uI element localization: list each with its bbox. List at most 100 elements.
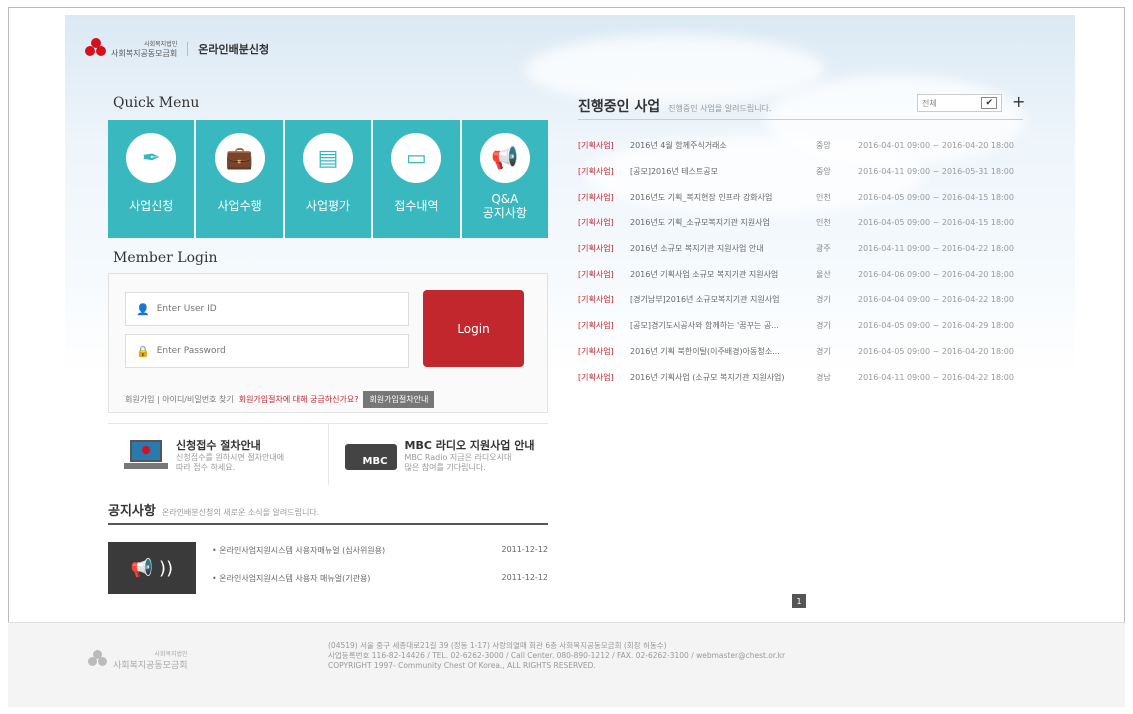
business-region: 중앙 xyxy=(816,167,831,177)
business-row[interactable]: [기획사업] [공모]경기도시공사와 함께하는 '꿈꾸는 공... 경기 2016-0… xyxy=(578,313,1023,339)
notice-subtitle: 온라인배분신청의 새로운 소식을 알려드립니다. xyxy=(161,508,320,517)
notice-list: • 온라인사업지원시스템 사용자매뉴얼 (심사위원용) 2011-12-12 •… xyxy=(212,545,548,601)
business-tag: [기획사업] xyxy=(578,295,614,305)
business-region: 인천 xyxy=(816,218,831,228)
signup-guide-button[interactable]: 회원가입절차안내 xyxy=(363,391,435,408)
logo-org-name: 사회복지공동모금회 xyxy=(111,49,178,58)
footer-contact: 사업등록번호 116-82-14426 / TEL. 02-6262-3000 … xyxy=(328,651,786,660)
business-row[interactable]: [기획사업] 2016년 기획사업 소규모 복지기관 지원사업 울산 2016-04-… xyxy=(578,261,1023,287)
business-list: [기획사업] 2016년 4월 함께주식거래소 중앙 2016-04-01 09:00… xyxy=(578,133,1023,390)
business-name[interactable]: [공모]경기도시공사와 함께하는 '꿈꾸는 공... xyxy=(630,320,816,331)
business-subtitle: 진행중인 사업을 알려드립니다. xyxy=(668,104,772,113)
notice-header: 공지사항 온라인배분신청의 새로운 소식을 알려드립니다. xyxy=(108,500,548,525)
notice-title: 공지사항 xyxy=(108,504,156,519)
quick-menu-qna-notice[interactable]: 📢 Q&A 공지사항 xyxy=(461,120,549,238)
login-links: 회원가입 | 아이디/비밀번호 찾기 회원가입절차에 대해 궁금하신가요? 회원… xyxy=(125,391,435,408)
password-input[interactable] xyxy=(156,346,387,356)
business-tag: [기획사업] xyxy=(578,192,614,202)
notice-item-date: 2011-12-12 xyxy=(501,545,549,554)
megaphone-icon: 📢 xyxy=(479,133,530,183)
business-row[interactable]: [기획사업] 2016년도 기획_복지현장 인프라 강화사업 인천 2016-04-0… xyxy=(578,184,1023,210)
user-icon: 👤 xyxy=(136,302,150,316)
notice-item[interactable]: • 온라인사업지원시스템 사용자 매뉴얼(기관용) 2011-12-12 xyxy=(212,573,548,601)
quick-menu-apply[interactable]: ✒ 사업신청 xyxy=(108,120,195,238)
business-region: 경기 xyxy=(816,321,831,331)
business-region: 광주 xyxy=(816,244,831,254)
login-button[interactable]: Login xyxy=(423,290,524,367)
business-date: 2016-04-05 09:00 ~ 2016-04-15 18:00 xyxy=(858,218,1014,228)
signup-find-links[interactable]: 회원가입 | 아이디/비밀번호 찾기 xyxy=(125,394,234,405)
business-row[interactable]: [기획사업] [공모]2016년 테스트공모 중앙 2016-04-11 09:00 … xyxy=(578,159,1023,185)
info-banners: 신청접수 절차안내 신청접수를 원하시면 절차안내에 따라 접수 하세요. MB… xyxy=(108,423,548,485)
business-tag: [기획사업] xyxy=(578,372,614,382)
more-plus-button[interactable]: + xyxy=(1012,92,1025,111)
banner-title: MBC 라디오 지원사업 안내 xyxy=(404,438,535,452)
footer-copyright: COPYRIGHT 1997- Community Chest Of Korea… xyxy=(328,661,596,670)
business-date: 2016-04-11 09:00 ~ 2016-04-22 18:00 xyxy=(858,244,1014,254)
business-name[interactable]: 2016년 기획 북한이탈(이주배경)아동청소... xyxy=(630,346,816,357)
business-row[interactable]: [기획사업] 2016년도 기획_소규모복지기관 지원사업 인천 2016-04-05… xyxy=(578,210,1023,236)
notice-item-title[interactable]: • 온라인사업지원시스템 사용자 매뉴얼(기관용) xyxy=(212,573,370,601)
banner-mbc-radio[interactable]: MBC MBC 라디오 지원사업 안내 MBC Radio 지금은 라디오시대 … xyxy=(327,424,549,485)
banner-apply-guide[interactable]: 신청접수 절차안내 신청접수를 원하시면 절차안내에 따라 접수 하세요. xyxy=(108,424,328,485)
business-name[interactable]: 2016년도 기획_복지현장 인프라 강화사업 xyxy=(630,192,816,203)
chevron-down-icon: ✔ xyxy=(981,97,997,109)
quick-menu-label: 사업신청 xyxy=(129,199,174,213)
business-row[interactable]: [기획사업] 2016년 기획사업 (소규모 복지기관 지원사업) 경남 2016-0… xyxy=(578,364,1023,390)
footer-address: (04519) 서울 중구 세종대로21길 39 (정동 1-17) 사랑의열매… xyxy=(328,641,667,650)
quick-menu-evaluate[interactable]: ▤ 사업평가 xyxy=(284,120,372,238)
user-id-input[interactable] xyxy=(156,304,387,314)
quick-menu-perform[interactable]: 💼 사업수행 xyxy=(196,120,283,238)
business-date: 2016-04-06 09:00 ~ 2016-04-20 18:00 xyxy=(858,269,1014,279)
fruit-logo-icon xyxy=(88,650,108,670)
business-row[interactable]: [기획사업] [경기남부]2016년 소규모복지기관 지원사업 경기 2016-04-… xyxy=(578,287,1023,313)
notice-item-date: 2011-12-12 xyxy=(501,573,549,582)
banner-desc: 따라 접수 하세요. xyxy=(176,462,236,472)
footer-org-name: 사회복지공동모금회 xyxy=(113,661,188,671)
business-date: 2016-04-01 09:00 ~ 2016-04-20 18:00 xyxy=(858,141,1014,151)
business-tag: [기획사업] xyxy=(578,218,614,228)
business-name[interactable]: 2016년 4월 함께주식거래소 xyxy=(630,140,816,151)
business-row[interactable]: [기획사업] 2016년 4월 함께주식거래소 중앙 2016-04-01 09:00… xyxy=(578,133,1023,159)
quick-menu-title: Quick Menu xyxy=(113,95,200,111)
quick-menu: ✒ 사업신청 💼 사업수행 ▤ 사업평가 ▭ 접수내역 📢 Q&A 공지사항 xyxy=(108,120,549,238)
business-row[interactable]: [기획사업] 2016년 기획 북한이탈(이주배경)아동청소... 경기 2016-0… xyxy=(578,339,1023,365)
quick-menu-history[interactable]: ▭ 접수내역 xyxy=(373,120,460,238)
business-tag: [기획사업] xyxy=(578,346,614,356)
monitor-icon: ▭ xyxy=(391,133,442,183)
business-name[interactable]: 2016년 소규모 복지기관 지원사업 안내 xyxy=(630,243,816,254)
business-date: 2016-04-11 09:00 ~ 2016-04-22 18:00 xyxy=(858,372,1014,382)
business-date: 2016-04-11 09:00 ~ 2016-05-31 18:00 xyxy=(858,167,1014,177)
lock-icon: 🔒 xyxy=(136,344,150,358)
region-filter-select[interactable]: 전체 ✔ xyxy=(917,94,1002,112)
footer-logo: 사회복지법인 사회복지공동모금회 xyxy=(88,649,188,671)
page-number-button[interactable]: 1 xyxy=(792,594,806,608)
business-name[interactable]: 2016년 기획사업 소규모 복지기관 지원사업 xyxy=(630,269,816,280)
notice-item-title[interactable]: • 온라인사업지원시스템 사용자매뉴얼 (심사위원용) xyxy=(212,545,385,573)
business-tag: [기획사업] xyxy=(578,321,614,331)
notice-item[interactable]: • 온라인사업지원시스템 사용자매뉴얼 (심사위원용) 2011-12-12 xyxy=(212,545,548,573)
password-field[interactable]: 🔒 xyxy=(125,334,409,368)
briefcase-icon: 💼 xyxy=(214,133,265,183)
business-name[interactable]: 2016년 기획사업 (소규모 복지기관 지원사업) xyxy=(630,372,816,383)
business-region: 경남 xyxy=(816,372,831,382)
business-name[interactable]: [공모]2016년 테스트공모 xyxy=(630,166,816,177)
business-date: 2016-04-05 09:00 ~ 2016-04-20 18:00 xyxy=(858,346,1014,356)
business-date: 2016-04-05 09:00 ~ 2016-04-29 18:00 xyxy=(858,321,1014,331)
business-name[interactable]: 2016년도 기획_소규모복지기관 지원사업 xyxy=(630,217,816,228)
business-region: 인천 xyxy=(816,192,831,202)
business-tag: [기획사업] xyxy=(578,167,614,177)
business-name[interactable]: [경기남부]2016년 소규모복지기관 지원사업 xyxy=(630,294,816,305)
business-region: 중앙 xyxy=(816,141,831,151)
pen-nib-icon: ✒ xyxy=(126,133,177,183)
laptop-icon xyxy=(124,438,168,472)
business-row[interactable]: [기획사업] 2016년 소규모 복지기관 지원사업 안내 광주 2016-04-11… xyxy=(578,236,1023,262)
business-date: 2016-04-04 09:00 ~ 2016-04-22 18:00 xyxy=(858,295,1014,305)
user-id-field[interactable]: 👤 xyxy=(125,292,409,326)
quick-menu-label: 사업평가 xyxy=(305,199,351,213)
business-divider xyxy=(578,119,1023,120)
footer-info: (04519) 서울 중구 세종대로21길 39 (정동 1-17) 사랑의열매… xyxy=(328,641,785,671)
site-logo[interactable]: 사회복지법인 사회복지공동모금회 온라인배분신청 xyxy=(85,38,269,60)
logo-title: 온라인배분신청 xyxy=(198,43,270,56)
business-region: 경기 xyxy=(816,346,831,356)
